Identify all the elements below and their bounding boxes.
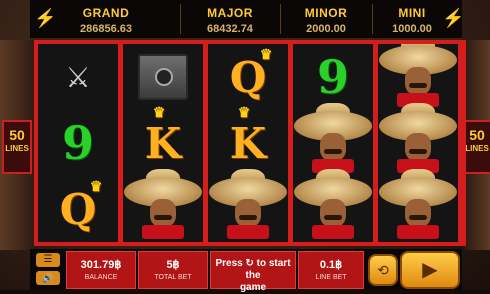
symbol-text: Q ♛ <box>229 46 273 102</box>
spin-icon[interactable]: ▶ <box>400 251 460 289</box>
queen-symbol: Q ♛ <box>208 44 288 110</box>
total-bet-button[interactable]: 5฿ TOTAL BET <box>138 251 208 289</box>
safe-symbol <box>123 44 203 110</box>
reel-grid: ⚔ 9 Q ♛ K ♛ Q ♛ K ♛ 9 <box>34 40 466 246</box>
divider <box>180 4 181 34</box>
reel-2: K ♛ <box>123 44 203 242</box>
lines-indicator-left: 50 LINES <box>2 120 32 174</box>
king-symbol: K ♛ <box>123 104 203 176</box>
line-bet-value: 0.1฿ <box>319 259 343 271</box>
jackpot-major: MAJOR 68432.74 <box>182 0 278 38</box>
total-bet-value: 5฿ <box>166 259 180 271</box>
reel-3: Q ♛ K ♛ <box>208 44 288 242</box>
bandit-icon <box>379 169 457 242</box>
bandit-icon <box>294 103 372 177</box>
nine-symbol: 9 <box>38 110 118 176</box>
start-message-line-1: Press ↻ to start the <box>215 258 291 281</box>
lines-label: LINES <box>465 144 489 153</box>
jackpot-bar: ⚡ GRAND 286856.63 MAJOR 68432.74 MINOR 2… <box>30 0 465 40</box>
jackpot-label: MINI <box>398 6 426 20</box>
divider <box>372 4 373 34</box>
jackpot-value: 1000.00 <box>392 23 432 35</box>
start-message-panel: Press ↻ to start the game <box>210 251 296 293</box>
crown-icon: ♛ <box>237 104 251 121</box>
bandit-symbol <box>208 169 288 242</box>
crown-icon: ♛ <box>259 46 273 63</box>
total-bet-label: TOTAL BET <box>154 274 192 281</box>
control-bar: ☰ 🔊 301.79฿ BALANCE 5฿ TOTAL BET Press ↻… <box>30 249 462 293</box>
crown-icon: ♛ <box>152 104 166 121</box>
nine-symbol: 9 <box>293 44 373 110</box>
symbol-text: K ♛ <box>229 104 267 168</box>
bandit-icon <box>294 169 372 242</box>
lightning-icon: ⚡ <box>442 8 465 28</box>
queen-symbol: Q ♛ <box>38 176 118 242</box>
game-background: ⚡ GRAND 286856.63 MAJOR 68432.74 MINOR 2… <box>0 0 490 293</box>
start-message-line-2: game <box>239 282 267 293</box>
bandit-symbol <box>378 44 458 110</box>
jackpot-value: 68432.74 <box>207 23 253 35</box>
lines-label: LINES <box>5 144 29 153</box>
symbol-text: 9 <box>61 116 94 170</box>
king-symbol: K ♛ <box>208 104 288 176</box>
bandit-icon <box>379 103 457 177</box>
bandit-symbol <box>378 103 458 177</box>
jackpot-grand: GRAND 286856.63 <box>58 0 154 38</box>
autoplay-icon[interactable]: ⟲ <box>368 254 398 286</box>
lines-count: 50 <box>9 127 25 143</box>
reel-5 <box>378 44 458 242</box>
reel-4: 9 <box>293 44 373 242</box>
balance-panel: 301.79฿ BALANCE <box>66 251 136 289</box>
jackpot-value: 2000.00 <box>306 23 346 35</box>
jackpot-label: MAJOR <box>207 6 253 20</box>
jackpot-label: MINOR <box>304 6 348 20</box>
bandit-icon <box>379 44 457 111</box>
symbol-text: K ♛ <box>144 104 182 168</box>
jackpot-label: GRAND <box>82 6 130 20</box>
bandit-symbol <box>378 169 458 242</box>
symbol-text: 9 <box>316 50 349 104</box>
pistols-symbol: ⚔ <box>38 44 118 110</box>
line-bet-label: LINE BET <box>315 274 347 281</box>
lines-count: 50 <box>469 127 485 143</box>
safe-icon <box>138 54 188 100</box>
balance-value: 301.79฿ <box>80 259 122 271</box>
jackpot-mini: MINI 1000.00 <box>374 0 450 38</box>
menu-icon[interactable]: ☰ <box>36 253 60 267</box>
pistols-icon: ⚔ <box>65 61 91 93</box>
bandit-symbol <box>123 169 203 242</box>
reel-1: ⚔ 9 Q ♛ <box>38 44 118 242</box>
divider <box>280 4 281 34</box>
balance-label: BALANCE <box>84 274 118 281</box>
jackpot-minor: MINOR 2000.00 <box>282 0 370 38</box>
jackpot-value: 286856.63 <box>80 23 132 35</box>
symbol-text: Q ♛ <box>59 178 103 234</box>
bandit-icon <box>209 169 287 242</box>
crown-icon: ♛ <box>89 178 103 195</box>
bandit-symbol <box>293 169 373 242</box>
line-bet-button[interactable]: 0.1฿ LINE BET <box>298 251 364 289</box>
lightning-icon: ⚡ <box>34 8 57 28</box>
bandit-symbol <box>293 103 373 177</box>
lines-indicator-right: 50 LINES <box>462 120 490 174</box>
speaker-icon[interactable]: 🔊 <box>36 271 60 285</box>
bandit-icon <box>124 169 202 242</box>
